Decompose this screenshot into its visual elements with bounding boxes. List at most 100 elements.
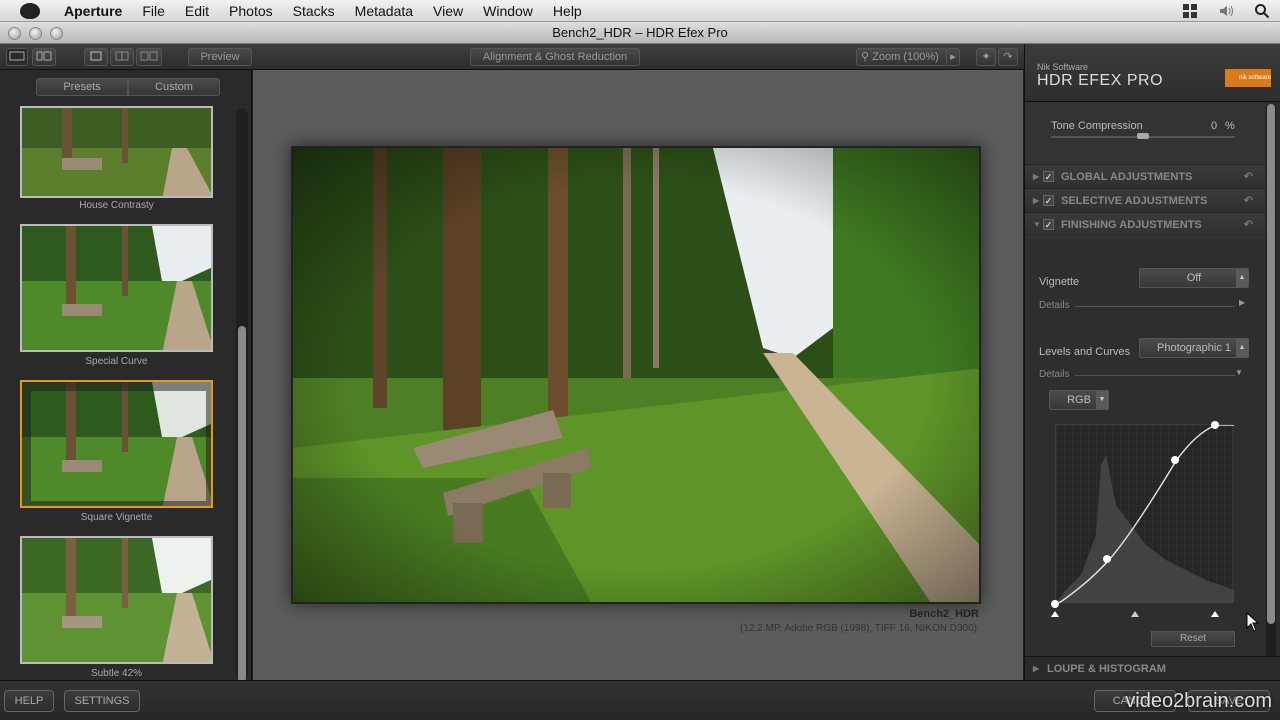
- export-icon[interactable]: ↷: [998, 48, 1018, 66]
- selective-adjustments-section[interactable]: ▶ ✓ SELECTIVE ADJUSTMENTS ↶: [1025, 188, 1265, 212]
- loupe-histogram-section[interactable]: ▶ LOUPE & HISTOGRAM: [1025, 656, 1280, 680]
- custom-tab[interactable]: Custom: [128, 78, 220, 96]
- undo-icon[interactable]: ↶: [1244, 189, 1253, 213]
- global-adjustments-section[interactable]: ▶ ✓ GLOBAL ADJUSTMENTS ↶: [1025, 164, 1265, 188]
- zoom-label: Zoom (100%): [872, 51, 939, 63]
- brand-small: Nik Software: [1037, 62, 1089, 72]
- vignette-dropdown[interactable]: Off ▲: [1139, 268, 1249, 288]
- dropdown-arrow-icon: ▲: [1236, 339, 1248, 357]
- channel-dropdown[interactable]: RGB ▼: [1049, 390, 1109, 410]
- dropdown-arrow-icon: ▲: [1236, 269, 1248, 287]
- section-label: FINISHING ADJUSTMENTS: [1061, 219, 1202, 231]
- menu-photos[interactable]: Photos: [219, 0, 283, 22]
- details-expand-icon[interactable]: ▶: [1239, 298, 1245, 307]
- volume-icon[interactable]: [1218, 3, 1234, 19]
- filmstrip-view-icon[interactable]: [6, 48, 28, 66]
- single-view-icon[interactable]: [84, 48, 108, 66]
- selective-adjustments-checkbox[interactable]: ✓: [1043, 195, 1054, 206]
- tone-compression-unit: %: [1225, 120, 1235, 132]
- close-window-button[interactable]: [8, 27, 21, 40]
- divider: [1075, 306, 1235, 307]
- preview-area: Bench2_HDR (12.2 MP, Adobe RGB (1998), T…: [253, 70, 1023, 680]
- preset-thumbnail-selected[interactable]: [20, 380, 213, 508]
- preset-label: Subtle 42%: [90, 668, 143, 679]
- levels-curves-dropdown[interactable]: Photographic 1 ▲: [1139, 338, 1249, 358]
- menu-file[interactable]: File: [132, 0, 175, 22]
- preset-thumbnail[interactable]: [20, 536, 213, 664]
- preset-label: Square Vignette: [80, 512, 153, 523]
- mouse-cursor-icon: [1246, 612, 1260, 632]
- settings-button[interactable]: SETTINGS: [64, 690, 140, 712]
- split-compare-icon[interactable]: [110, 48, 134, 66]
- minimize-window-button[interactable]: [29, 27, 42, 40]
- adjustments-panel: Nik Software HDR EFEX PRO nik software T…: [1024, 44, 1280, 680]
- zoom-window-button[interactable]: [50, 27, 63, 40]
- levels-curves-label: Levels and Curves: [1039, 346, 1131, 358]
- preset-thumbnail[interactable]: [20, 224, 213, 352]
- tone-compression-label: Tone Compression: [1051, 120, 1143, 132]
- vignette-label: Vignette: [1039, 276, 1080, 288]
- presets-scrollbar-thumb[interactable]: [238, 326, 246, 682]
- loupe-icon[interactable]: ✦: [976, 48, 996, 66]
- section-label: GLOBAL ADJUSTMENTS: [1061, 171, 1193, 183]
- finishing-adjustments-checkbox[interactable]: ✓: [1043, 219, 1054, 230]
- menu-edit[interactable]: Edit: [175, 0, 219, 22]
- search-icon[interactable]: [1254, 3, 1270, 19]
- help-button[interactable]: HELP: [4, 690, 54, 712]
- vignette-details-label[interactable]: Details: [1039, 300, 1070, 311]
- menu-help[interactable]: Help: [543, 0, 592, 22]
- vignette-value: Off: [1186, 272, 1202, 284]
- global-adjustments-checkbox[interactable]: ✓: [1043, 171, 1054, 182]
- grid-status-icon[interactable]: [1182, 3, 1198, 19]
- photo-info: (12.2 MP, Adobe RGB (1998), TIFF 16, NIK…: [740, 623, 977, 634]
- alignment-ghost-reduction-button[interactable]: Alignment & Ghost Reduction: [470, 48, 640, 66]
- presets-tab[interactable]: Presets: [36, 78, 128, 96]
- expand-triangle-icon[interactable]: ▶: [1033, 189, 1039, 213]
- zoom-arrow-icon[interactable]: ▸: [946, 48, 960, 66]
- menu-view[interactable]: View: [423, 0, 473, 22]
- menu-bar: Aperture File Edit Photos Stacks Metadat…: [0, 0, 1280, 22]
- curve-points[interactable]: [1049, 416, 1249, 616]
- preset-label: House Contrasty: [79, 200, 154, 211]
- levels-curves-value: Photographic 1: [1157, 342, 1231, 354]
- apple-menu-icon[interactable]: [20, 2, 40, 19]
- adjustments-scrollbar-thumb[interactable]: [1267, 104, 1275, 624]
- preset-thumbnail[interactable]: [20, 106, 213, 198]
- curves-reset-button[interactable]: Reset: [1151, 631, 1235, 647]
- details-collapse-icon[interactable]: ▼: [1235, 368, 1243, 377]
- brand-header: Nik Software HDR EFEX PRO nik software: [1025, 44, 1280, 102]
- menu-stacks[interactable]: Stacks: [283, 0, 345, 22]
- levels-handles[interactable]: [1049, 608, 1249, 620]
- expand-triangle-icon[interactable]: ▶: [1033, 165, 1039, 189]
- nik-logo: nik software: [1225, 69, 1271, 87]
- side-by-side-icon[interactable]: [136, 48, 162, 66]
- section-label: SELECTIVE ADJUSTMENTS: [1061, 195, 1208, 207]
- bottom-bar: HELP SETTINGS CANCEL SAVE: [0, 680, 1280, 720]
- split-view-icon[interactable]: [32, 48, 56, 66]
- window-title: Bench2_HDR – HDR Efex Pro: [552, 25, 728, 40]
- watermark: video2brain.com: [1125, 690, 1272, 712]
- photo-preview[interactable]: [291, 146, 981, 604]
- expand-triangle-icon[interactable]: ▶: [1033, 657, 1039, 681]
- menu-metadata[interactable]: Metadata: [345, 0, 423, 22]
- menu-app[interactable]: Aperture: [54, 0, 132, 22]
- brand-title: HDR EFEX PRO: [1037, 72, 1164, 89]
- tone-compression-slider-knob[interactable]: [1137, 133, 1149, 139]
- undo-icon[interactable]: ↶: [1244, 213, 1253, 237]
- photo-name: Bench2_HDR: [909, 608, 979, 620]
- window-title-bar: Bench2_HDR – HDR Efex Pro: [0, 22, 1280, 44]
- magnifier-icon: ⚲: [861, 51, 870, 63]
- zoom-control[interactable]: ⚲ Zoom (100%): [856, 48, 948, 66]
- menu-window[interactable]: Window: [473, 0, 543, 22]
- preview-button[interactable]: Preview: [188, 48, 252, 66]
- channel-value: RGB: [1067, 394, 1091, 406]
- undo-icon[interactable]: ↶: [1244, 165, 1253, 189]
- finishing-adjustments-section[interactable]: ▼ ✓ FINISHING ADJUSTMENTS ↶: [1025, 212, 1265, 236]
- tone-compression-value: 0: [1211, 120, 1218, 132]
- levels-details-label[interactable]: Details: [1039, 369, 1070, 380]
- presets-panel: Presets Custom House Contrasty Special C…: [0, 70, 252, 682]
- preset-label: Special Curve: [85, 356, 148, 367]
- divider: [1075, 375, 1235, 376]
- collapse-triangle-icon[interactable]: ▼: [1033, 213, 1041, 237]
- loupe-histogram-label: LOUPE & HISTOGRAM: [1047, 663, 1166, 675]
